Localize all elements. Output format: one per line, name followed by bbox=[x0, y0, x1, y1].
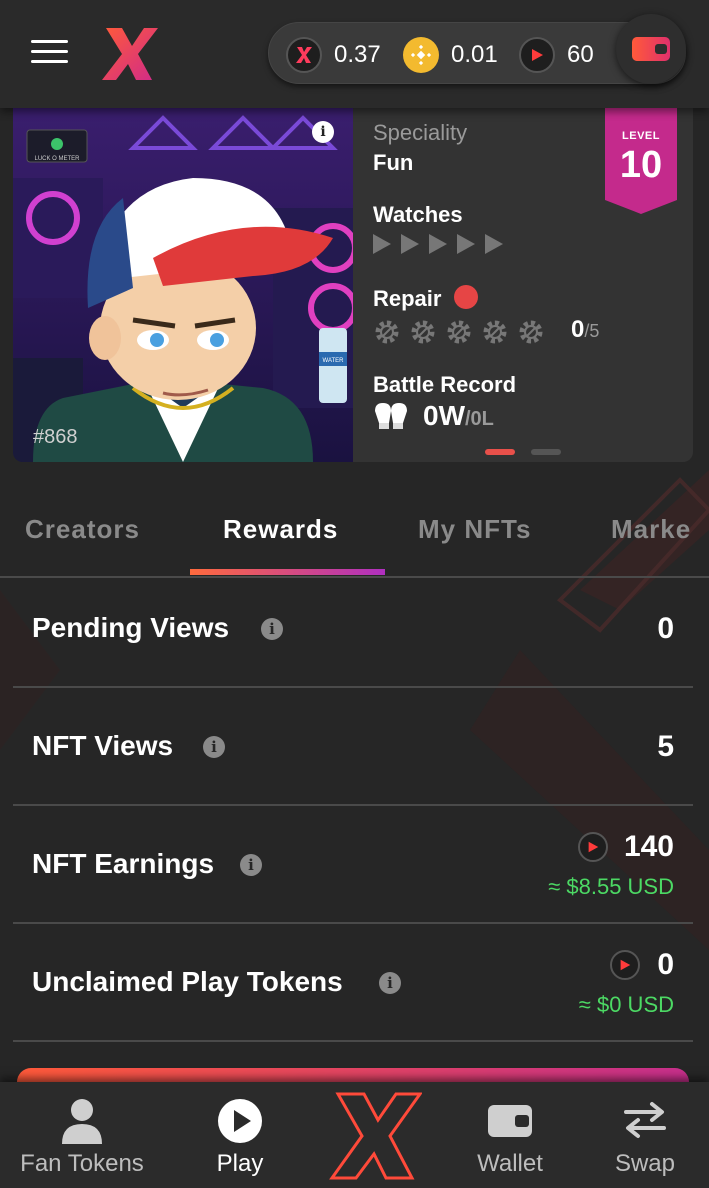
repair-label: Repair bbox=[373, 286, 442, 311]
reward-usd-value: ≈ $0 USD bbox=[578, 992, 674, 1017]
reward-label: Unclaimed Play Tokens bbox=[32, 966, 343, 997]
tab-marketplace[interactable]: Marke bbox=[611, 514, 691, 545]
reward-row-nft-earnings: NFT Earnings i 140 ≈ $8.55 USD bbox=[13, 806, 693, 924]
level-value: 10 bbox=[619, 144, 663, 186]
battle-record-label: Battle Record bbox=[373, 372, 517, 397]
wallet-icon bbox=[488, 1105, 532, 1137]
info-icon[interactable]: i bbox=[240, 854, 262, 876]
reward-label: NFT Views bbox=[32, 730, 174, 761]
reward-value: 140 bbox=[623, 830, 674, 863]
x-token-balance: 0.37 bbox=[286, 37, 381, 73]
play-token-icon bbox=[578, 832, 608, 862]
play-icon bbox=[218, 1099, 262, 1143]
gear-icon bbox=[483, 320, 507, 344]
boxing-gloves-icon bbox=[375, 403, 407, 429]
tab-rewards[interactable]: Rewards bbox=[223, 514, 338, 545]
play-token-balance: 60 bbox=[519, 37, 594, 73]
nav-label: Wallet bbox=[477, 1150, 543, 1177]
battle-wins: 0W bbox=[423, 400, 465, 431]
wallet-button[interactable] bbox=[616, 14, 686, 84]
watch-arrow-icon bbox=[429, 234, 447, 254]
nav-fan-tokens[interactable]: Fan Tokens bbox=[0, 1082, 164, 1188]
battle-record: 0W/0L bbox=[373, 400, 494, 432]
watch-arrow-icon bbox=[373, 234, 391, 254]
reward-value: 0 bbox=[657, 948, 674, 981]
watch-arrow-icon bbox=[485, 234, 503, 254]
nft-details: Speciality Fun Watches Repair 0/5 Battle… bbox=[373, 108, 693, 462]
speciality-value: Fun bbox=[373, 150, 414, 175]
info-icon[interactable]: i bbox=[379, 972, 401, 994]
tab-my-nfts[interactable]: My NFTs bbox=[418, 514, 531, 545]
reward-value: 0 bbox=[657, 612, 674, 645]
play-token-value: 60 bbox=[567, 41, 594, 68]
gear-icon bbox=[375, 320, 399, 344]
x-logo-icon bbox=[329, 1092, 422, 1180]
nav-swap[interactable]: Swap bbox=[590, 1082, 700, 1188]
repair-gears bbox=[373, 318, 553, 346]
nft-artwork-image: LUCK O METER WATER bbox=[13, 108, 353, 462]
info-icon[interactable]: i bbox=[203, 736, 225, 758]
artwork-sign-text: LUCK O METER bbox=[34, 156, 80, 162]
wallet-icon bbox=[632, 37, 670, 61]
speciality-label: Speciality bbox=[373, 120, 468, 145]
nav-label: Play bbox=[216, 1150, 264, 1177]
nft-card[interactable]: LUCK O METER WATER i #868 Speciality Fun… bbox=[13, 108, 693, 462]
watch-arrow-icon bbox=[457, 234, 475, 254]
tab-bar: Creators Rewards My NFTs Marke bbox=[0, 500, 709, 578]
level-label: LEVEL bbox=[622, 130, 660, 142]
watches-label: Watches bbox=[373, 202, 463, 227]
play-token-icon bbox=[519, 37, 555, 73]
reward-label: NFT Earnings bbox=[32, 848, 215, 879]
level-badge: LEVEL 10 bbox=[605, 108, 677, 214]
bottle-label-text: WATER bbox=[323, 358, 345, 364]
nft-info-icon[interactable]: i bbox=[312, 121, 334, 143]
x-token-value: 0.37 bbox=[334, 41, 381, 68]
gear-icon bbox=[447, 320, 471, 344]
nav-wallet[interactable]: Wallet bbox=[450, 1082, 570, 1188]
play-token-icon bbox=[610, 950, 640, 980]
nav-label: Fan Tokens bbox=[20, 1150, 144, 1177]
reward-usd-value: ≈ $8.55 USD bbox=[548, 874, 674, 899]
battle-losses: /0L bbox=[465, 408, 494, 430]
bnb-coin-icon bbox=[403, 37, 439, 73]
reward-label: Pending Views bbox=[32, 612, 230, 643]
tab-creators[interactable]: Creators bbox=[25, 514, 140, 545]
nav-label: Swap bbox=[614, 1150, 676, 1177]
top-header: 0.37 0.01 60 bbox=[0, 0, 709, 108]
reward-row-nft-views: NFT Views i 5 bbox=[13, 688, 693, 806]
info-icon[interactable]: i bbox=[261, 618, 283, 640]
reward-row-pending-views: Pending Views i 0 bbox=[13, 570, 693, 688]
bnb-balance: 0.01 bbox=[403, 37, 498, 73]
watch-arrow-icon bbox=[401, 234, 419, 254]
app-logo-icon bbox=[102, 28, 158, 80]
repair-count: 0/5 bbox=[571, 316, 600, 343]
gear-icon bbox=[411, 320, 435, 344]
bnb-value: 0.01 bbox=[451, 41, 498, 68]
swap-icon bbox=[624, 1102, 666, 1138]
reward-value: 5 bbox=[657, 730, 674, 763]
bottom-nav: Fan Tokens Play Wallet Swap bbox=[0, 1082, 709, 1188]
menu-icon[interactable] bbox=[31, 40, 68, 64]
watches-indicator bbox=[373, 234, 513, 254]
repair-alert-icon bbox=[454, 285, 478, 309]
nav-x-home[interactable] bbox=[320, 1082, 430, 1188]
user-icon bbox=[62, 1099, 102, 1144]
x-token-icon bbox=[286, 37, 322, 73]
reward-row-unclaimed-play-tokens: Unclaimed Play Tokens i 0 ≈ $0 USD bbox=[13, 924, 693, 1042]
gear-icon bbox=[519, 320, 543, 344]
nav-play[interactable]: Play bbox=[180, 1082, 300, 1188]
